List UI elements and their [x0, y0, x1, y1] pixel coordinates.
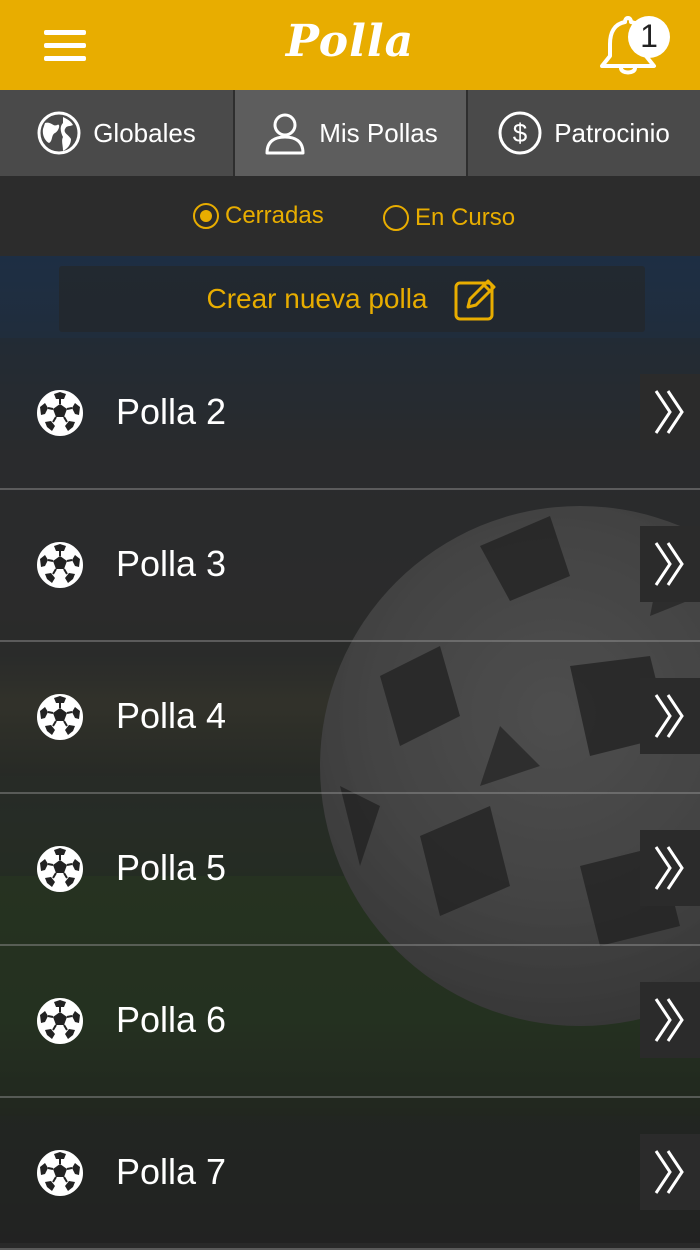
- open-polla-button[interactable]: [640, 830, 700, 906]
- double-chevron-right-icon: [654, 390, 684, 434]
- list-item[interactable]: Polla 5: [0, 794, 700, 946]
- list-item-name: Polla 5: [116, 847, 227, 888]
- tab-globales[interactable]: Globales: [0, 90, 235, 176]
- list-item[interactable]: Polla 3: [0, 490, 700, 642]
- notification-badge: 1: [628, 16, 670, 58]
- dollar-icon: $: [498, 111, 542, 155]
- polla-list: Polla 2 Polla 3 Polla 4 Polla 5 Polla 6 …: [0, 338, 700, 1250]
- app-title: Polla: [285, 16, 415, 67]
- soccer-ball-icon: [37, 390, 83, 436]
- filter-cerradas-label: Cerradas: [225, 202, 324, 229]
- tab-patrocinio-label: Patrocinio: [554, 117, 670, 148]
- soccer-ball-icon: [37, 998, 83, 1044]
- double-chevron-right-icon: [654, 542, 684, 586]
- soccer-ball-icon: [37, 694, 83, 740]
- list-item[interactable]: Polla 2: [0, 338, 700, 490]
- double-chevron-right-icon: [654, 998, 684, 1042]
- create-polla-button[interactable]: Crear nueva polla: [59, 266, 645, 332]
- svg-text:$: $: [513, 118, 528, 148]
- open-polla-button[interactable]: [640, 1134, 700, 1210]
- double-chevron-right-icon: [654, 694, 684, 738]
- radio-selected-icon: [193, 203, 219, 229]
- tab-mis-pollas[interactable]: Mis Pollas: [235, 90, 468, 176]
- create-polla-label: Crear nueva polla: [206, 283, 428, 314]
- open-polla-button[interactable]: [640, 982, 700, 1058]
- open-polla-button[interactable]: [640, 678, 700, 754]
- list-item[interactable]: Polla 7: [0, 1098, 700, 1250]
- filter-en-curso-label: En Curso: [415, 204, 516, 231]
- list-item-name: Polla 6: [116, 999, 227, 1040]
- radio-unselected-icon: [383, 205, 409, 231]
- soccer-ball-icon: [37, 542, 83, 588]
- soccer-ball-icon: [37, 846, 83, 892]
- list-item-name: Polla 4: [116, 695, 227, 736]
- tab-globales-label: Globales: [93, 117, 196, 148]
- open-polla-button[interactable]: [640, 374, 700, 450]
- list-item-name: Polla 2: [116, 391, 227, 432]
- tab-patrocinio[interactable]: $ Patrocinio: [468, 90, 700, 176]
- user-icon: [265, 113, 305, 155]
- status-filter: Cerradas En Curso: [0, 176, 700, 256]
- list-item[interactable]: Polla 4: [0, 642, 700, 794]
- edit-icon: [454, 279, 496, 321]
- globe-icon: [37, 111, 81, 155]
- list-item[interactable]: Polla 6: [0, 946, 700, 1098]
- double-chevron-right-icon: [654, 846, 684, 890]
- tab-mis-pollas-label: Mis Pollas: [319, 117, 438, 148]
- filter-cerradas-radio[interactable]: Cerradas: [193, 202, 324, 230]
- app-header: Polla 1: [0, 0, 700, 90]
- list-item-name: Polla 3: [116, 543, 227, 584]
- double-chevron-right-icon: [654, 1150, 684, 1194]
- tab-bar: Globales Mis Pollas $ Patrocinio: [0, 90, 700, 176]
- filter-en-curso-radio[interactable]: En Curso: [383, 204, 515, 232]
- soccer-ball-icon: [37, 1150, 83, 1196]
- open-polla-button[interactable]: [640, 526, 700, 602]
- list-item-name: Polla 7: [116, 1151, 227, 1192]
